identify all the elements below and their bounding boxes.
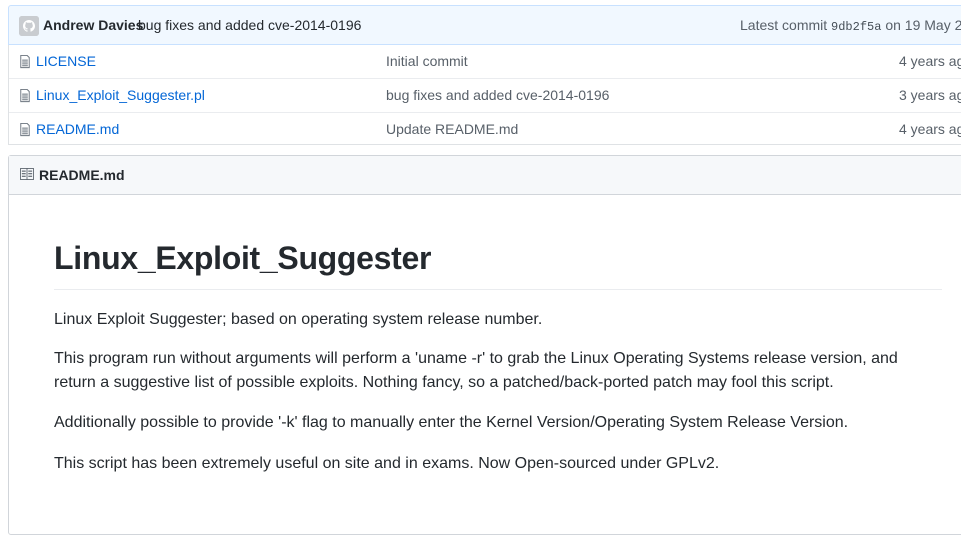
readme-file-title: README.md <box>39 167 125 183</box>
readme-paragraph: This script has been extremely useful on… <box>54 455 720 472</box>
file-row: LICENSE Initial commit 4 years ag <box>9 45 961 78</box>
file-list: LICENSE Initial commit 4 years ag Linux_… <box>8 45 961 145</box>
commit-sha-link[interactable]: 9db2f5a <box>831 20 881 34</box>
readme-paragraph: This program run without arguments will … <box>54 350 898 391</box>
file-age: 3 years ag <box>899 87 961 103</box>
readme-box: README.md Linux_Exploit_Suggester Linux … <box>8 155 961 535</box>
file-row: README.md Update README.md 4 years ag <box>9 112 961 146</box>
file-age: 4 years ag <box>899 121 961 137</box>
latest-commit-bar: Andrew Davies bug fixes and added cve-20… <box>8 5 961 45</box>
heading-divider <box>54 289 942 290</box>
file-name-link[interactable]: README.md <box>36 121 119 137</box>
author-avatar[interactable] <box>19 16 39 36</box>
commit-author-link[interactable]: Andrew Davies <box>43 17 143 33</box>
commit-date: on 19 May 20 <box>885 17 961 33</box>
latest-commit-label: Latest commit <box>740 17 828 33</box>
readme-heading: Linux_Exploit_Suggester <box>54 240 432 276</box>
file-commit-message-link[interactable]: bug fixes and added cve-2014-0196 <box>386 87 609 103</box>
readme-paragraph: Linux Exploit Suggester; based on operat… <box>54 311 543 328</box>
file-icon <box>20 122 30 137</box>
file-commit-message-link[interactable]: Update README.md <box>386 121 518 137</box>
file-age: 4 years ag <box>899 53 961 69</box>
file-icon <box>20 88 30 103</box>
book-icon <box>20 168 34 180</box>
readme-paragraph: Additionally possible to provide '-k' fl… <box>54 414 849 431</box>
readme-header: README.md <box>9 156 961 195</box>
file-commit-message-link[interactable]: Initial commit <box>386 53 468 69</box>
file-name-link[interactable]: LICENSE <box>36 53 96 69</box>
latest-commit-info: Latest commit 9db2f5a on 19 May 20 <box>740 17 961 34</box>
file-icon <box>20 54 30 69</box>
file-row: Linux_Exploit_Suggester.pl bug fixes and… <box>9 78 961 112</box>
commit-message-link[interactable]: bug fixes and added cve-2014-0196 <box>138 17 361 33</box>
file-name-link[interactable]: Linux_Exploit_Suggester.pl <box>36 87 205 103</box>
